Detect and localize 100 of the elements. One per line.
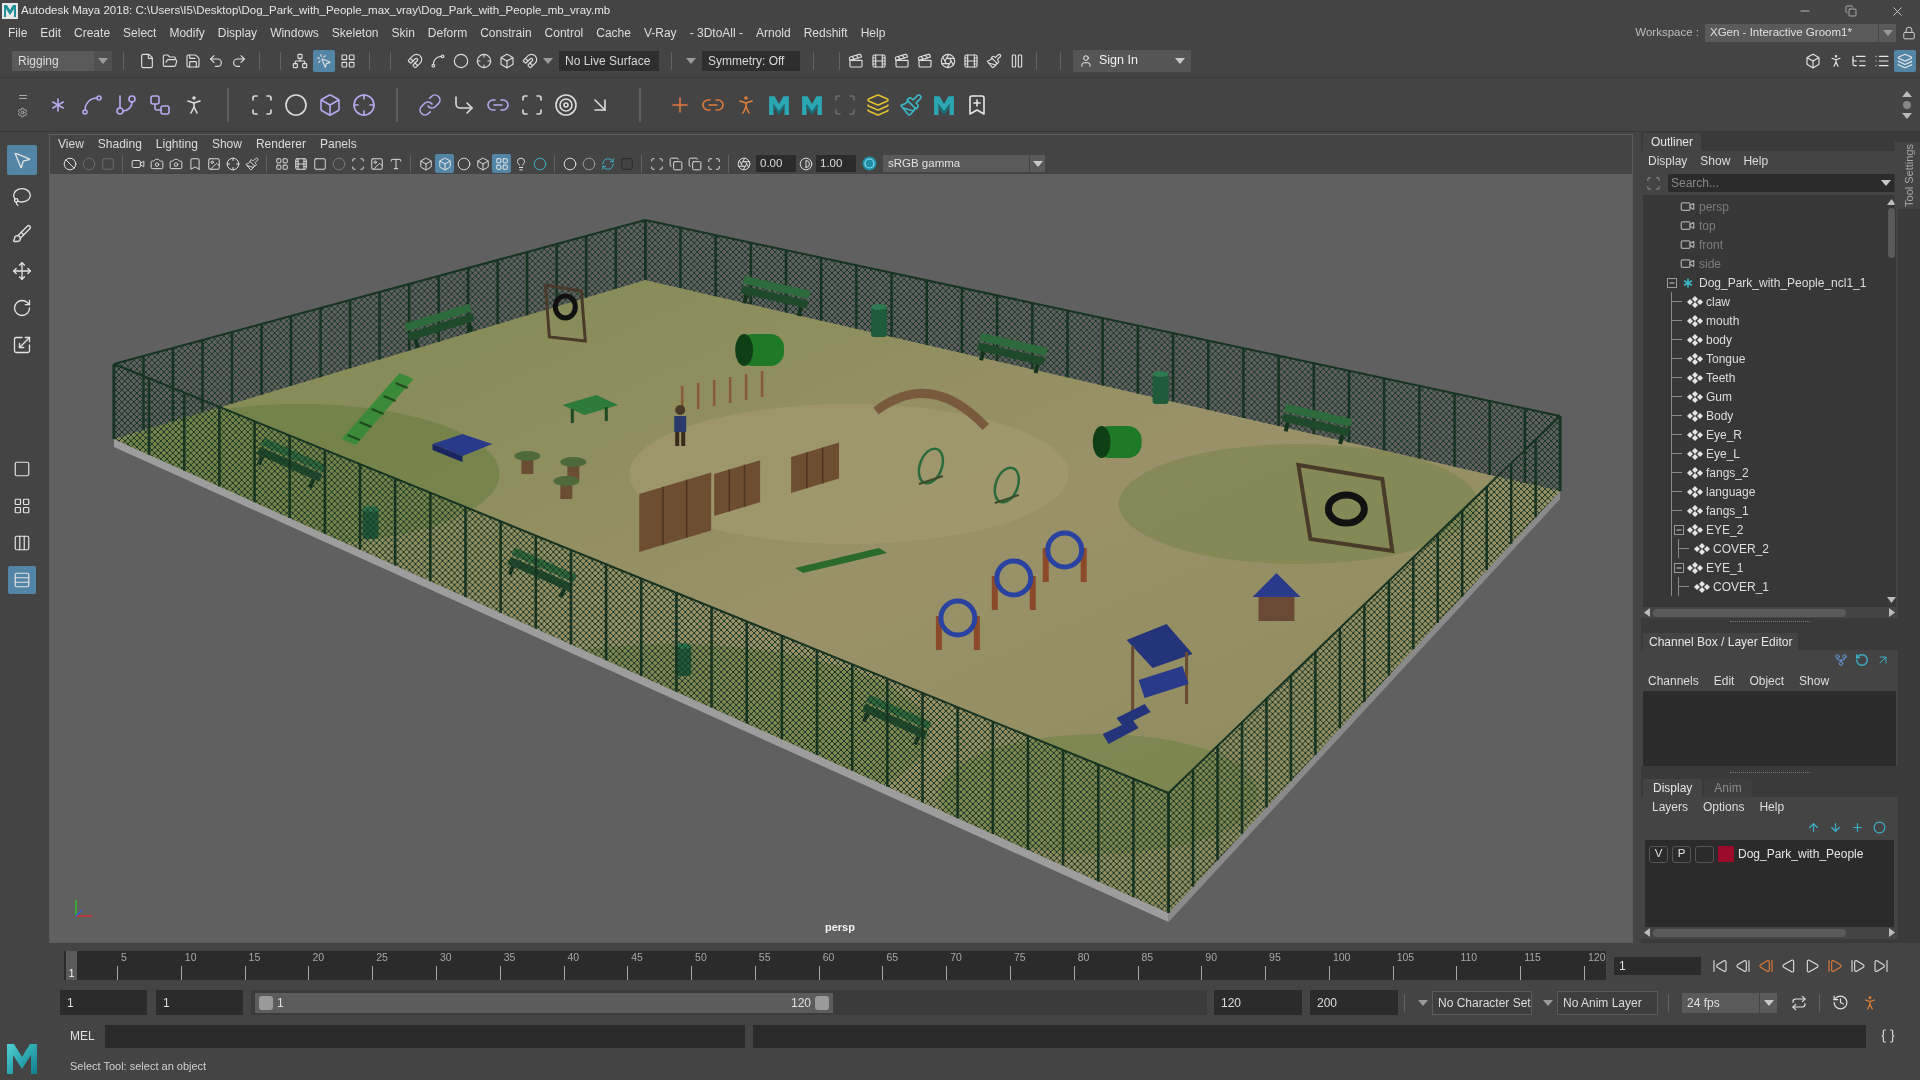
horizontal-scrollbar[interactable]	[1653, 608, 1846, 617]
play-reverse-icon[interactable]	[1781, 958, 1797, 974]
layers-icon[interactable]	[865, 92, 890, 117]
layer-tab[interactable]: Display	[1643, 779, 1703, 797]
outliner-item[interactable]: Eye_R	[1706, 425, 1743, 444]
outliner-item[interactable]: fangs_1	[1706, 501, 1749, 520]
restore-icon[interactable]	[1845, 5, 1857, 17]
outliner-menu-item[interactable]: Help	[1743, 152, 1769, 170]
menu-item[interactable]: Redshift	[803, 24, 848, 42]
color-space-dropdown[interactable]: sRGB gamma	[883, 155, 1045, 172]
rotate-arrow-icon[interactable]	[1855, 653, 1869, 667]
sign-in-button[interactable]: Sign In	[1073, 49, 1191, 72]
cube-icon[interactable]	[498, 52, 515, 69]
menu-item[interactable]: Create	[74, 24, 111, 42]
curve-icon[interactable]	[429, 52, 446, 69]
channel-box-menu-item[interactable]: Object	[1749, 671, 1785, 690]
play-icon[interactable]	[1804, 958, 1820, 974]
clock-icon[interactable]	[1832, 994, 1849, 1011]
menu-item[interactable]: Arnold	[755, 24, 791, 42]
crosshair-icon[interactable]	[225, 156, 240, 171]
circle-icon[interactable]	[581, 156, 596, 171]
gear-icon[interactable]	[17, 107, 28, 118]
channel-box-menu-item[interactable]: Channels	[1648, 671, 1699, 690]
range-slider-track[interactable]: 1 120	[251, 990, 1207, 1015]
target-icon[interactable]	[554, 92, 578, 117]
scroll-up-icon[interactable]	[1902, 90, 1912, 97]
skip-forward-icon[interactable]	[1873, 958, 1889, 974]
folder-icon[interactable]	[161, 52, 178, 69]
triangle-down-icon[interactable]	[1763, 999, 1774, 1006]
command-language-label[interactable]: MEL	[70, 1027, 105, 1045]
film-icon[interactable]	[293, 156, 308, 171]
rows-icon[interactable]	[13, 571, 31, 589]
channel-box-menu-item[interactable]: Show	[1799, 671, 1830, 690]
live-surface-field[interactable]: No Live Surface	[559, 50, 659, 71]
step-back-icon[interactable]	[1758, 958, 1774, 974]
viewport-menu-item[interactable]: View	[58, 135, 84, 153]
user-icon[interactable]	[1079, 53, 1093, 68]
outliner-item[interactable]: EYE_1	[1706, 558, 1744, 577]
cycle-icon[interactable]	[600, 156, 615, 171]
playback-start-field[interactable]: 1	[156, 990, 243, 1015]
channel-box-tab[interactable]: Channel Box / Layer Editor	[1643, 633, 1799, 650]
tree-toggle-icon[interactable]	[1674, 524, 1684, 535]
horizontal-scrollbar[interactable]	[1653, 928, 1846, 937]
up-arrow-icon[interactable]	[1807, 820, 1820, 834]
outliner-item[interactable]: mouth	[1706, 311, 1740, 330]
outliner-menu-item[interactable]: Show	[1700, 152, 1731, 170]
color-swatch-icon[interactable]	[1718, 846, 1734, 862]
vertical-scrollbar[interactable]	[1887, 208, 1895, 258]
playback-end-field[interactable]: 120	[1214, 990, 1302, 1015]
reference-toggle[interactable]	[1695, 845, 1714, 863]
workspace-dropdown[interactable]: XGen - Interactive Groom1*	[1705, 24, 1896, 42]
gamma-field[interactable]: 1.00	[816, 155, 856, 172]
dashed-frame-icon[interactable]	[649, 156, 664, 171]
outliner-item[interactable]: Dog_Park_with_People_ncl1_1	[1699, 273, 1867, 292]
paintbrush-icon[interactable]	[244, 156, 259, 171]
viewport-menu-item[interactable]: Panels	[319, 135, 357, 153]
viewport-menu-item[interactable]: Shading	[97, 135, 142, 153]
scroll-right-icon[interactable]	[1889, 928, 1895, 937]
menu-item[interactable]: Select	[123, 24, 157, 42]
circle-icon[interactable]	[532, 156, 547, 171]
ban-icon[interactable]	[62, 156, 77, 171]
triangle-down-icon[interactable]	[1881, 180, 1891, 186]
skip-back-icon[interactable]	[1712, 958, 1728, 974]
menu-set-dropdown[interactable]: Rigging	[12, 50, 112, 71]
symmetry-field[interactable]: Symmetry: Off	[702, 50, 800, 71]
crosshair-icon[interactable]	[352, 92, 376, 117]
image-icon[interactable]	[206, 156, 221, 171]
plus-icon[interactable]	[1851, 820, 1864, 834]
triangle-down-icon[interactable]	[1175, 57, 1185, 64]
step-back-icon[interactable]	[1735, 958, 1751, 974]
tree-toggle-icon[interactable]	[1674, 562, 1684, 573]
time-slider[interactable]: 5 10 15 20 25 30 35 40 45 50 55 60 65 70 75 80 85 90 95 100 105 110 115 120 1	[64, 951, 1606, 980]
menu-item[interactable]: Edit	[40, 24, 62, 42]
clapperboard-icon[interactable]	[893, 52, 910, 69]
playhead[interactable]: 1	[66, 951, 77, 980]
m-shape-icon[interactable]	[932, 93, 955, 116]
letter-t-icon[interactable]	[388, 156, 403, 171]
menu-item[interactable]: Help	[860, 24, 886, 42]
expand-icon[interactable]	[706, 156, 721, 171]
menu-item[interactable]: File	[8, 24, 28, 42]
channel-box-menu-item[interactable]: Edit	[1713, 671, 1735, 690]
dashed-square-icon[interactable]	[520, 92, 544, 117]
spline-icon[interactable]	[80, 92, 104, 117]
viewport-menu-item[interactable]: Lighting	[155, 135, 198, 153]
step-forward-icon[interactable]	[1850, 958, 1866, 974]
tool-settings-tab[interactable]: Tool Settings	[1894, 142, 1920, 209]
grid-icon[interactable]	[274, 156, 289, 171]
paintbrush-icon[interactable]	[985, 52, 1002, 69]
crosshair-icon[interactable]	[475, 52, 492, 69]
layer-menu-item[interactable]: Help	[1759, 797, 1785, 816]
workflow-icon[interactable]	[148, 92, 172, 117]
viewport-menu-item[interactable]: Renderer	[255, 135, 306, 153]
end-frame-field[interactable]: 200	[1310, 990, 1398, 1015]
save-icon[interactable]	[184, 52, 201, 69]
outliner-item[interactable]: body	[1706, 330, 1733, 349]
menu-item[interactable]: Skin	[391, 24, 415, 42]
outliner-item[interactable]: Tongue	[1706, 349, 1746, 368]
m-shape-icon[interactable]	[767, 93, 790, 116]
range-slider-bar[interactable]: 1 120	[255, 992, 833, 1013]
m-shape-icon[interactable]	[800, 93, 823, 116]
